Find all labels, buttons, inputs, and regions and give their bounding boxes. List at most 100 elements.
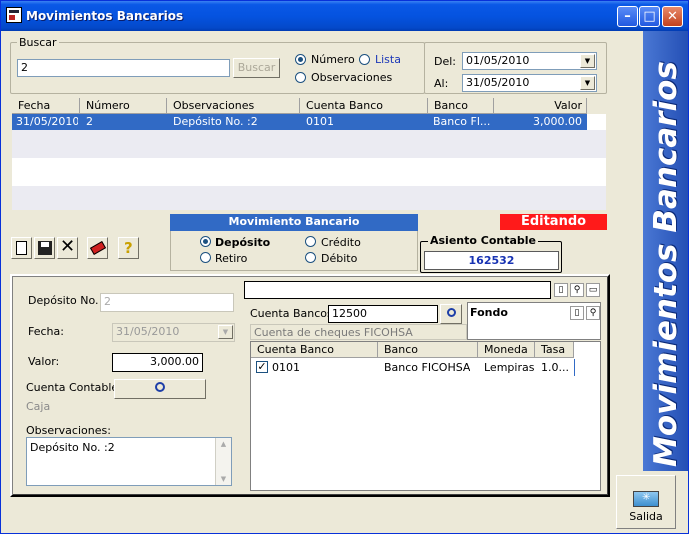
valor-label: Valor: <box>28 355 60 368</box>
search-icon[interactable]: ⚲ <box>586 306 600 320</box>
save-button[interactable] <box>34 237 55 259</box>
radio-debito-label: Débito <box>321 252 358 265</box>
column-header-banco[interactable]: Banco <box>378 342 478 358</box>
column-header-numero[interactable]: Número <box>80 98 167 114</box>
column-header-valor[interactable]: Valor <box>494 98 587 114</box>
filter-input[interactable] <box>244 281 551 299</box>
column-header-cuenta-banco[interactable]: Cuenta Banco <box>251 342 378 358</box>
main-window: Movimientos Bancarios – □ ✕ Buscar 2 Bus… <box>0 0 689 534</box>
chevron-down-icon[interactable]: ▼ <box>580 54 595 68</box>
cuenta-contable-label: Cuenta Contable: <box>26 381 122 394</box>
salida-label: Salida <box>629 510 663 523</box>
cell-banco: Banco FICOHSA <box>384 361 471 374</box>
fondo-label: Fondo <box>470 306 508 319</box>
close-button[interactable]: ✕ <box>662 6 683 27</box>
asiento-label: Asiento Contable <box>428 234 539 247</box>
new-document-icon[interactable]: ▯ <box>570 306 584 320</box>
salida-button[interactable]: Salida <box>616 475 676 529</box>
cell-banco: Banco Fl... <box>433 115 491 128</box>
chevron-down-icon[interactable]: ▼ <box>216 475 231 483</box>
erase-button[interactable] <box>87 237 108 259</box>
asiento-value: 162532 <box>424 251 559 270</box>
window-icon[interactable]: ▭ <box>586 283 600 297</box>
radio-observaciones-label: Observaciones <box>311 71 393 84</box>
grid-stripe <box>12 186 606 210</box>
textarea-scrollbar[interactable]: ▲ ▼ <box>215 438 231 485</box>
cuenta-contable-search-button[interactable] <box>114 379 206 399</box>
sidebar-banner: Movimientos Bancarios <box>643 31 688 471</box>
column-header-fecha[interactable]: Fecha <box>12 98 80 114</box>
search-icon <box>155 382 165 392</box>
column-header-banco[interactable]: Banco <box>428 98 494 114</box>
cuenta-bancos-description: Cuenta de cheques FICOHSA <box>250 324 467 340</box>
cell-cuenta-banco: 0101 <box>272 361 300 374</box>
cell-tasa: 1.0... <box>541 361 569 374</box>
radio-numero-label: Número <box>311 53 355 66</box>
fecha-value: 31/05/2010 <box>116 325 180 338</box>
row-checkbox[interactable]: ✓ <box>256 361 268 373</box>
new-button[interactable] <box>11 237 32 259</box>
radio-debito[interactable] <box>305 252 316 263</box>
deposito-no-label: Depósito No. : <box>28 294 106 307</box>
status-badge: Editando <box>500 214 607 230</box>
title-bar: Movimientos Bancarios – □ ✕ <box>1 1 688 31</box>
new-document-icon[interactable]: ▯ <box>554 283 568 297</box>
observaciones-textarea[interactable]: Depósito No. :2 ▲ ▼ <box>26 437 232 486</box>
radio-retiro[interactable] <box>200 252 211 263</box>
search-icon <box>446 308 456 317</box>
table-row[interactable]: ✓ 0101 Banco FICOHSA Lempiras 1.0... <box>251 359 575 376</box>
fecha-select[interactable]: 31/05/2010 ▼ <box>112 323 235 342</box>
results-grid-header: Fecha Número Observaciones Cuenta Banco … <box>12 98 606 114</box>
results-grid[interactable]: 31/05/2010 2 Depósito No. :2 0101 Banco … <box>12 114 606 210</box>
radio-lista[interactable] <box>359 54 370 65</box>
search-group-label: Buscar <box>17 36 59 49</box>
grid-stripe <box>12 130 606 158</box>
search-button[interactable]: Buscar <box>233 58 280 78</box>
radio-credito[interactable] <box>305 236 316 247</box>
search-input[interactable]: 2 <box>17 59 230 77</box>
deposito-no-field[interactable]: 2 <box>100 293 234 312</box>
sidebar-title: Movimientos Bancarios <box>648 61 684 467</box>
chevron-down-icon[interactable]: ▼ <box>580 76 595 90</box>
chevron-up-icon[interactable]: ▲ <box>216 440 231 448</box>
close-icon: ✕ <box>60 236 76 257</box>
cell-fecha: 31/05/2010 <box>16 115 78 128</box>
minimize-button[interactable]: – <box>617 6 638 27</box>
bank-accounts-grid[interactable]: Cuenta Banco Banco Moneda Tasa ✓ 0101 Ba… <box>250 341 601 491</box>
help-icon: ? <box>124 239 133 257</box>
cell-observaciones: Depósito No. :2 <box>173 115 258 128</box>
column-header-moneda[interactable]: Moneda <box>478 342 535 358</box>
maximize-button[interactable]: □ <box>639 6 660 27</box>
column-header-tasa[interactable]: Tasa <box>535 342 574 358</box>
fecha-label: Fecha: <box>28 325 64 338</box>
column-header-cuenta-banco[interactable]: Cuenta Banco <box>300 98 428 114</box>
cuenta-bancos-search-button[interactable] <box>440 304 462 324</box>
help-button[interactable]: ? <box>118 237 139 259</box>
radio-numero[interactable] <box>295 54 306 65</box>
radio-lista-label: Lista <box>375 53 401 66</box>
valor-field[interactable]: 3,000.00 <box>112 353 203 372</box>
cuenta-bancos-label: Cuenta Bancos: <box>250 307 337 320</box>
table-row[interactable]: 31/05/2010 2 Depósito No. :2 0101 Banco … <box>12 114 587 130</box>
cell-cuenta-banco: 0101 <box>306 115 334 128</box>
al-label: Al: <box>434 77 449 90</box>
search-icon[interactable]: ⚲ <box>570 283 584 297</box>
del-date-select[interactable]: 01/05/2010 ▼ <box>462 52 597 70</box>
window-title: Movimientos Bancarios <box>26 9 184 23</box>
del-date-value: 01/05/2010 <box>466 54 530 67</box>
al-date-select[interactable]: 31/05/2010 ▼ <box>462 74 597 92</box>
radio-credito-label: Crédito <box>321 236 361 249</box>
cuenta-bancos-field[interactable]: 12500 <box>328 305 438 323</box>
chevron-down-icon[interactable]: ▼ <box>218 325 233 339</box>
radio-observaciones[interactable] <box>295 72 306 83</box>
observaciones-label: Observaciones: <box>26 424 111 437</box>
app-icon <box>6 7 22 23</box>
save-icon <box>38 241 52 255</box>
cell-valor: 3,000.00 <box>533 115 582 128</box>
column-header-observaciones[interactable]: Observaciones <box>167 98 300 114</box>
cuenta-contable-value: Caja <box>26 400 51 413</box>
new-document-icon <box>16 241 27 255</box>
radio-deposito[interactable] <box>200 236 211 247</box>
delete-button[interactable]: ✕ <box>57 237 78 259</box>
movimiento-header: Movimiento Bancario <box>170 214 418 231</box>
